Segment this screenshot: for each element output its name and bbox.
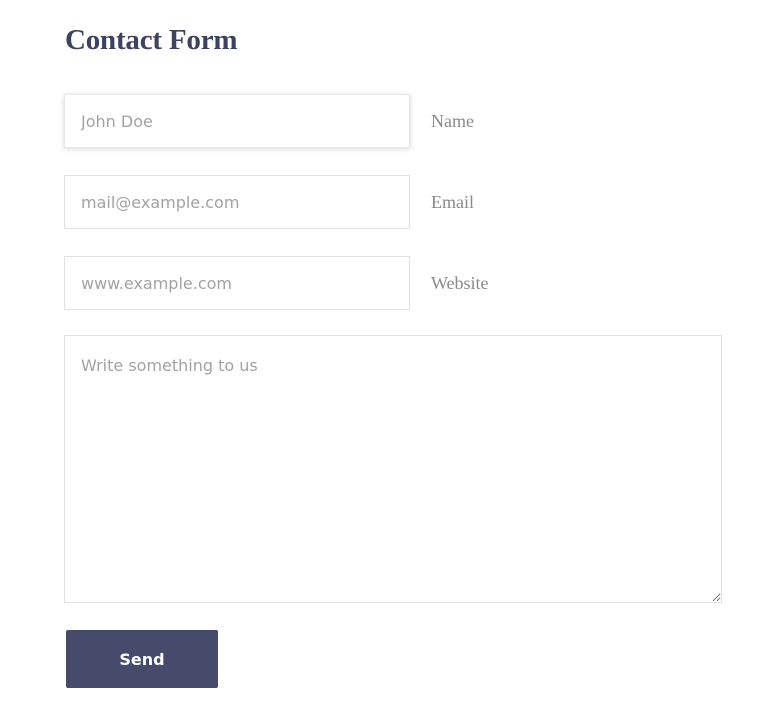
name-input[interactable] — [64, 94, 410, 148]
email-label: Email — [431, 191, 474, 212]
website-label: Website — [431, 272, 489, 293]
email-input[interactable] — [64, 175, 410, 229]
email-row: Email — [64, 175, 474, 229]
website-input[interactable] — [64, 256, 410, 310]
name-label: Name — [431, 110, 474, 131]
website-row: Website — [64, 256, 489, 310]
form-title: Contact Form — [65, 24, 238, 56]
message-textarea[interactable] — [64, 335, 722, 603]
send-button[interactable]: Send — [66, 630, 218, 688]
name-row: Name — [64, 94, 474, 148]
